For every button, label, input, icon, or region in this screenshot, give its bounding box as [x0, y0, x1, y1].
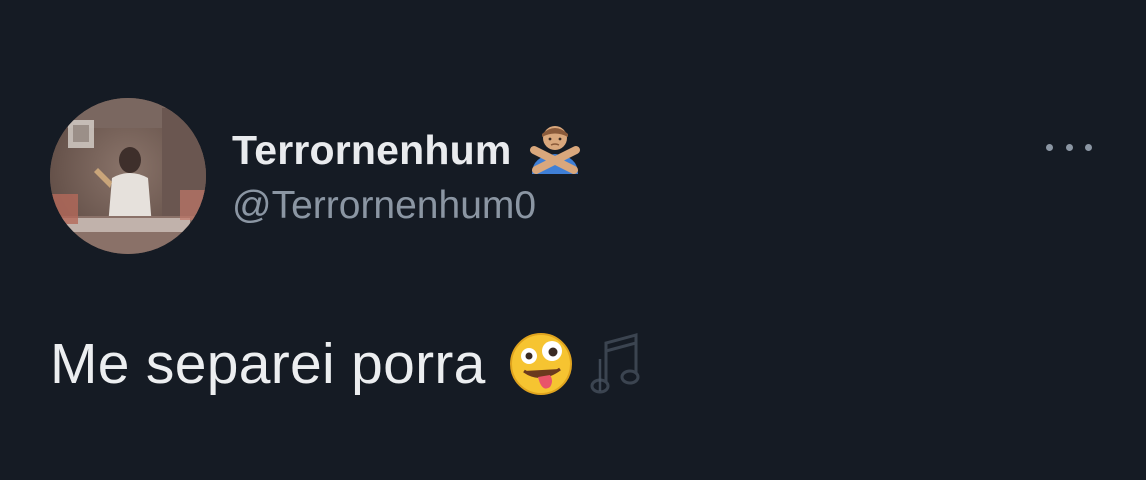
avatar[interactable]	[50, 98, 206, 254]
user-handle[interactable]: @Terrornenhum0	[232, 184, 536, 228]
name-row: Terrornenhum	[232, 124, 584, 176]
zany-face-icon	[508, 331, 574, 397]
musical-notes-icon	[586, 329, 654, 399]
more-options-icon[interactable]	[1046, 134, 1092, 160]
dot	[1046, 143, 1053, 151]
tweet-card: Terrornenhum @Terrornenhum0 Me separei p…	[0, 0, 1146, 480]
tweet-text: Me separei porra	[50, 332, 486, 396]
avatar-photo	[50, 98, 206, 254]
person-gesturing-no-icon	[526, 124, 584, 176]
tweet-body: Me separei porra	[50, 328, 654, 400]
dot	[1085, 143, 1092, 151]
dot	[1065, 143, 1073, 151]
display-name[interactable]: Terrornenhum	[232, 127, 512, 174]
